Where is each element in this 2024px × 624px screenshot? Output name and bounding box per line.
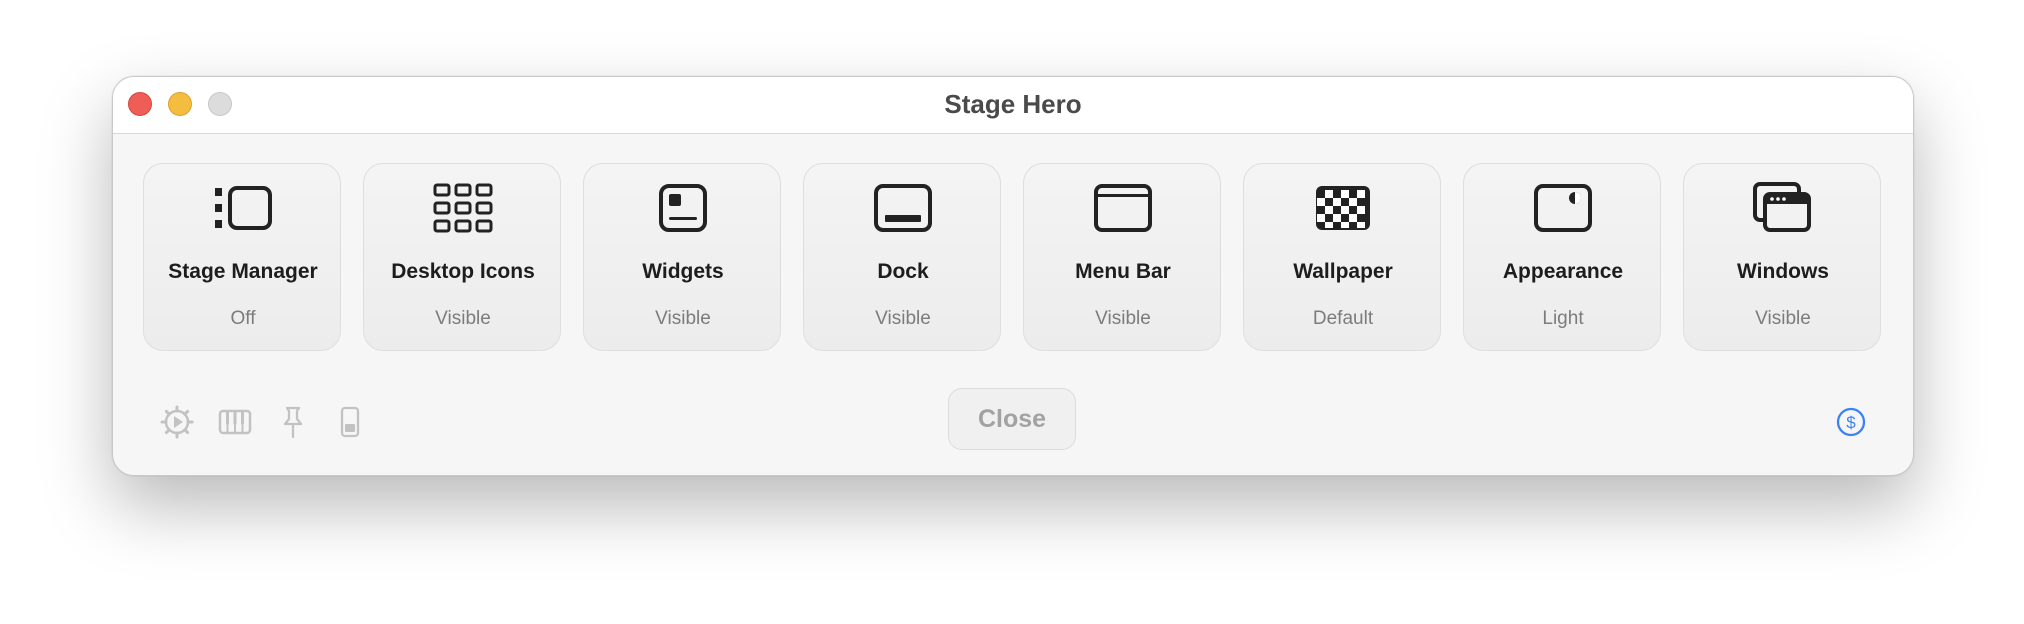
tile-wallpaper[interactable]: Wallpaper Default bbox=[1243, 163, 1441, 351]
keyboard-piano-icon[interactable] bbox=[218, 405, 252, 439]
device-phone-icon[interactable] bbox=[333, 405, 367, 439]
svg-text:$: $ bbox=[1846, 413, 1856, 432]
window-title: Stage Hero bbox=[944, 89, 1082, 119]
widgets-icon bbox=[584, 182, 782, 236]
tile-status: Visible bbox=[655, 308, 711, 329]
desktop-icons-grid-icon bbox=[364, 182, 562, 236]
windows-icon bbox=[1684, 182, 1882, 236]
app-window: Stage Hero Stage Manager Off Desktop Ico… bbox=[112, 76, 1914, 476]
tile-label: Desktop Icons bbox=[391, 260, 535, 283]
tile-desktop-icons[interactable]: Desktop Icons Visible bbox=[363, 163, 561, 351]
tile-status: Default bbox=[1312, 308, 1374, 329]
toggle-tiles: Stage Manager Off Desktop Icons Visible … bbox=[143, 163, 1887, 353]
tile-dock[interactable]: Dock Visible bbox=[803, 163, 1001, 351]
wallpaper-checkerboard-icon bbox=[1244, 182, 1442, 236]
tile-stage-manager[interactable]: Stage Manager Off bbox=[143, 163, 341, 351]
tile-label: Dock bbox=[877, 260, 929, 283]
tile-label: Widgets bbox=[642, 260, 724, 283]
dollar-circle-icon[interactable]: $ bbox=[1834, 405, 1868, 439]
tile-label: Appearance bbox=[1502, 260, 1624, 283]
close-button[interactable]: Close bbox=[948, 388, 1076, 450]
tile-status: Off bbox=[230, 308, 256, 329]
tile-status: Light bbox=[1542, 308, 1584, 329]
dock-icon bbox=[804, 182, 1002, 236]
tile-label: Stage Manager bbox=[168, 260, 318, 283]
stage-manager-icon bbox=[144, 182, 342, 236]
menu-bar-icon bbox=[1024, 182, 1222, 236]
tile-label: Menu Bar bbox=[1075, 260, 1171, 283]
tile-status: Visible bbox=[875, 308, 931, 329]
tile-status: Visible bbox=[1095, 308, 1151, 329]
settings-gear-icon[interactable] bbox=[160, 405, 194, 439]
appearance-icon bbox=[1464, 182, 1662, 236]
tile-appearance[interactable]: Appearance Light bbox=[1463, 163, 1661, 351]
tile-windows[interactable]: Windows Visible bbox=[1683, 163, 1881, 351]
tile-status: Visible bbox=[1755, 308, 1811, 329]
tile-label: Windows bbox=[1737, 260, 1829, 283]
title-bar: Stage Hero bbox=[113, 77, 1913, 134]
tile-label: Wallpaper bbox=[1293, 260, 1393, 283]
tile-status: Visible bbox=[435, 308, 491, 329]
pin-icon[interactable] bbox=[276, 405, 310, 439]
tile-widgets[interactable]: Widgets Visible bbox=[583, 163, 781, 351]
tile-menu-bar[interactable]: Menu Bar Visible bbox=[1023, 163, 1221, 351]
